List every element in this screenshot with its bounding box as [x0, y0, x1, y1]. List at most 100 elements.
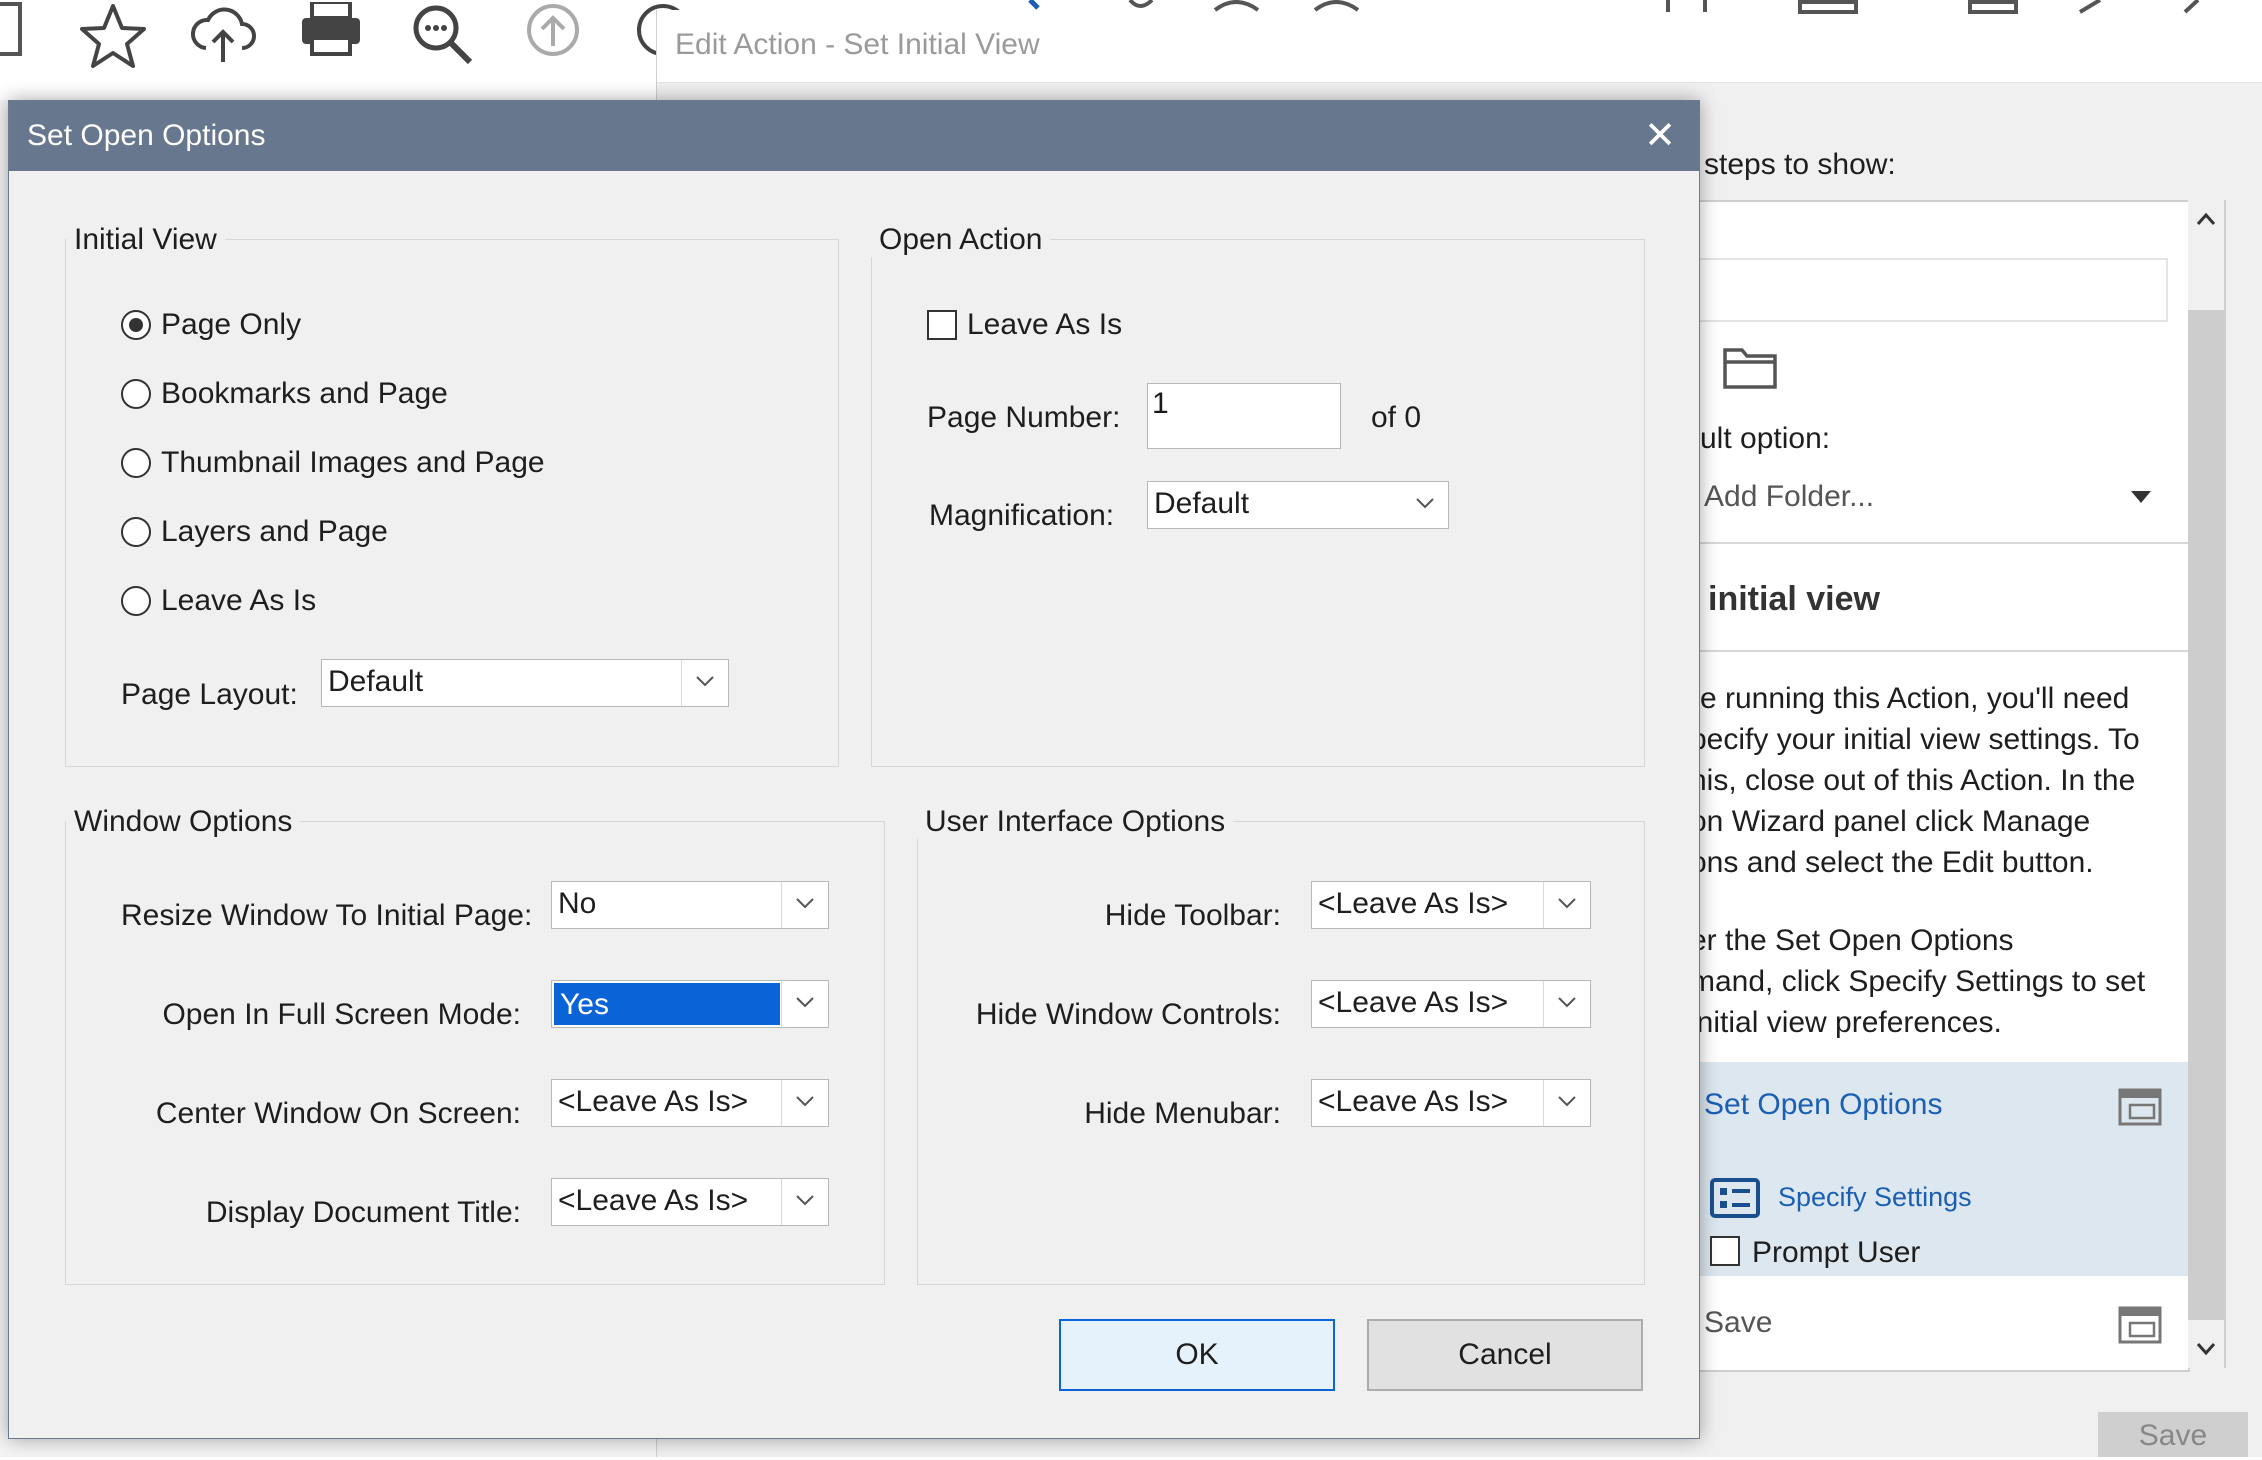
chevron-down-icon[interactable]: [681, 660, 728, 706]
app-toolbar: [0, 0, 689, 101]
save-icon[interactable]: [0, 2, 40, 72]
partial-toolbar-icons: [980, 0, 2262, 14]
chevron-down-icon[interactable]: [1402, 482, 1448, 528]
window-options-label: Window Options: [66, 805, 301, 839]
zoom-search-icon[interactable]: [408, 2, 478, 72]
chevron-down-icon[interactable]: [781, 981, 828, 1027]
radio-label: Thumbnail Images and Page: [161, 446, 545, 479]
leave-as-is-checkbox[interactable]: [927, 310, 957, 340]
ui-options-label: User Interface Options: [917, 805, 1234, 839]
select-value: <Leave As Is>: [1318, 986, 1509, 1019]
upload-circle-icon[interactable]: [518, 2, 588, 72]
radio-selected-dot: [129, 318, 143, 332]
cancel-button[interactable]: Cancel: [1367, 1319, 1643, 1391]
divider: [1690, 650, 2188, 652]
full-screen-select[interactable]: Yes: [551, 980, 829, 1028]
select-value: <Leave As Is>: [558, 1085, 749, 1118]
select-value: <Leave As Is>: [558, 1184, 749, 1217]
select-value: No: [558, 887, 597, 920]
center-window-select[interactable]: <Leave As Is>: [551, 1079, 829, 1127]
radio-layers-and-page[interactable]: [121, 517, 151, 547]
section-heading: initial view: [1708, 580, 1880, 618]
select-value: Yes: [554, 983, 780, 1025]
scroll-thumb[interactable]: [2188, 310, 2224, 1320]
select-value: Default: [1154, 487, 1250, 520]
specify-settings-link[interactable]: Specify Settings: [1778, 1182, 1972, 1213]
default-option-select[interactable]: Add Folder...: [1704, 480, 1874, 514]
cloud-upload-icon[interactable]: [188, 2, 258, 72]
radio-page-only[interactable]: [121, 310, 151, 340]
radio-label: Bookmarks and Page: [161, 377, 448, 410]
ok-button[interactable]: OK: [1059, 1319, 1335, 1391]
chevron-down-icon[interactable]: [781, 1179, 828, 1225]
instructions-paragraph-2: er the Set Open Options mand, click Spec…: [1690, 920, 2145, 1043]
chevron-down-icon[interactable]: [781, 882, 828, 928]
radio-label: Page Only: [161, 308, 302, 341]
page-layout-label: Page Layout:: [121, 678, 298, 711]
open-action-label: Open Action: [871, 223, 1051, 257]
scroll-down-icon[interactable]: [2196, 1342, 2216, 1356]
close-icon[interactable]: ✕: [1639, 115, 1681, 157]
resize-window-select[interactable]: No: [551, 881, 829, 929]
instruction-line: mand, click Specify Settings to set: [1690, 965, 2146, 998]
dialog-step-icon: [2118, 1306, 2162, 1344]
display-title-label: Display Document Title:: [205, 1196, 521, 1229]
magnification-select[interactable]: Default: [1147, 481, 1449, 529]
prompt-user-checkbox[interactable]: [1710, 1236, 1740, 1266]
full-screen-label: Open In Full Screen Mode:: [162, 998, 521, 1031]
hide-toolbar-label: Hide Toolbar:: [1104, 899, 1281, 932]
select-value: <Leave As Is>: [1318, 1085, 1509, 1118]
instruction-line: pecify your initial view settings. To: [1690, 723, 2140, 756]
step-title[interactable]: Set Open Options: [1704, 1088, 1942, 1122]
center-window-label: Center Window On Screen:: [155, 1097, 521, 1130]
dialog-step-icon: [2118, 1088, 2162, 1126]
step-name-field[interactable]: [1690, 258, 2168, 322]
page-layout-select[interactable]: Default: [321, 659, 729, 707]
hide-toolbar-select[interactable]: <Leave As Is>: [1311, 881, 1591, 929]
radio-thumbnail-images-and-page[interactable]: [121, 448, 151, 478]
instruction-line: re running this Action, you'll need: [1690, 682, 2130, 715]
hide-window-controls-select[interactable]: <Leave As Is>: [1311, 980, 1591, 1028]
chevron-down-icon[interactable]: [1543, 882, 1590, 928]
save-button[interactable]: Save: [2098, 1412, 2248, 1457]
select-value: <Leave As Is>: [1318, 887, 1509, 920]
folder-icon[interactable]: [1722, 342, 1778, 390]
instruction-line: ons and select the Edit button.: [1690, 846, 2094, 879]
steps-to-show-label: steps to show:: [1704, 148, 1896, 181]
set-open-options-dialog: Set Open Options ✕ Initial View Page Onl…: [8, 100, 1700, 1439]
radio-bookmarks-and-page[interactable]: [121, 379, 151, 409]
instruction-line: on Wizard panel click Manage: [1690, 805, 2091, 838]
radio-leave-as-is[interactable]: [121, 586, 151, 616]
page-number-label: Page Number:: [927, 401, 1121, 434]
step-set-open-options[interactable]: Set Open Options Specify Settings Prompt…: [1690, 1062, 2188, 1276]
dialog-titlebar[interactable]: Set Open Options ✕: [9, 101, 1699, 171]
chevron-down-icon[interactable]: [1543, 1080, 1590, 1126]
page-number-input[interactable]: 1: [1147, 383, 1341, 449]
print-icon[interactable]: [296, 2, 366, 72]
display-title-select[interactable]: <Leave As Is>: [551, 1178, 829, 1226]
chevron-down-icon[interactable]: [781, 1080, 828, 1126]
page-total-label: of 0: [1371, 401, 1422, 434]
specify-settings-icon[interactable]: [1710, 1178, 1760, 1218]
radio-label: Layers and Page: [161, 515, 388, 548]
resize-window-label: Resize Window To Initial Page:: [121, 899, 533, 932]
instruction-line: his, close out of this Action. In the: [1690, 764, 2136, 797]
prompt-user-label: Prompt User: [1752, 1236, 1921, 1269]
instructions-paragraph-1: re running this Action, you'll need peci…: [1690, 678, 2140, 883]
scroll-up-icon[interactable]: [2196, 212, 2216, 226]
edit-action-title: Edit Action - Set Initial View: [675, 28, 1040, 61]
instruction-line: initial view preferences.: [1690, 1006, 2002, 1039]
steps-scrollbar[interactable]: [2188, 200, 2226, 1368]
dropdown-arrow-icon[interactable]: [2130, 490, 2152, 504]
instruction-line: er the Set Open Options: [1690, 924, 2014, 957]
step-save[interactable]: Save: [1690, 1280, 2188, 1366]
dialog-title: Set Open Options: [27, 119, 266, 152]
initial-view-label: Initial View: [66, 223, 225, 257]
leave-as-is-label: Leave As Is: [967, 308, 1123, 341]
chevron-down-icon[interactable]: [1543, 981, 1590, 1027]
hide-menubar-label: Hide Menubar:: [1084, 1097, 1281, 1130]
hide-menubar-select[interactable]: <Leave As Is>: [1311, 1079, 1591, 1127]
radio-label: Leave As Is: [161, 584, 317, 617]
star-icon[interactable]: [78, 2, 148, 72]
divider: [1690, 542, 2188, 544]
